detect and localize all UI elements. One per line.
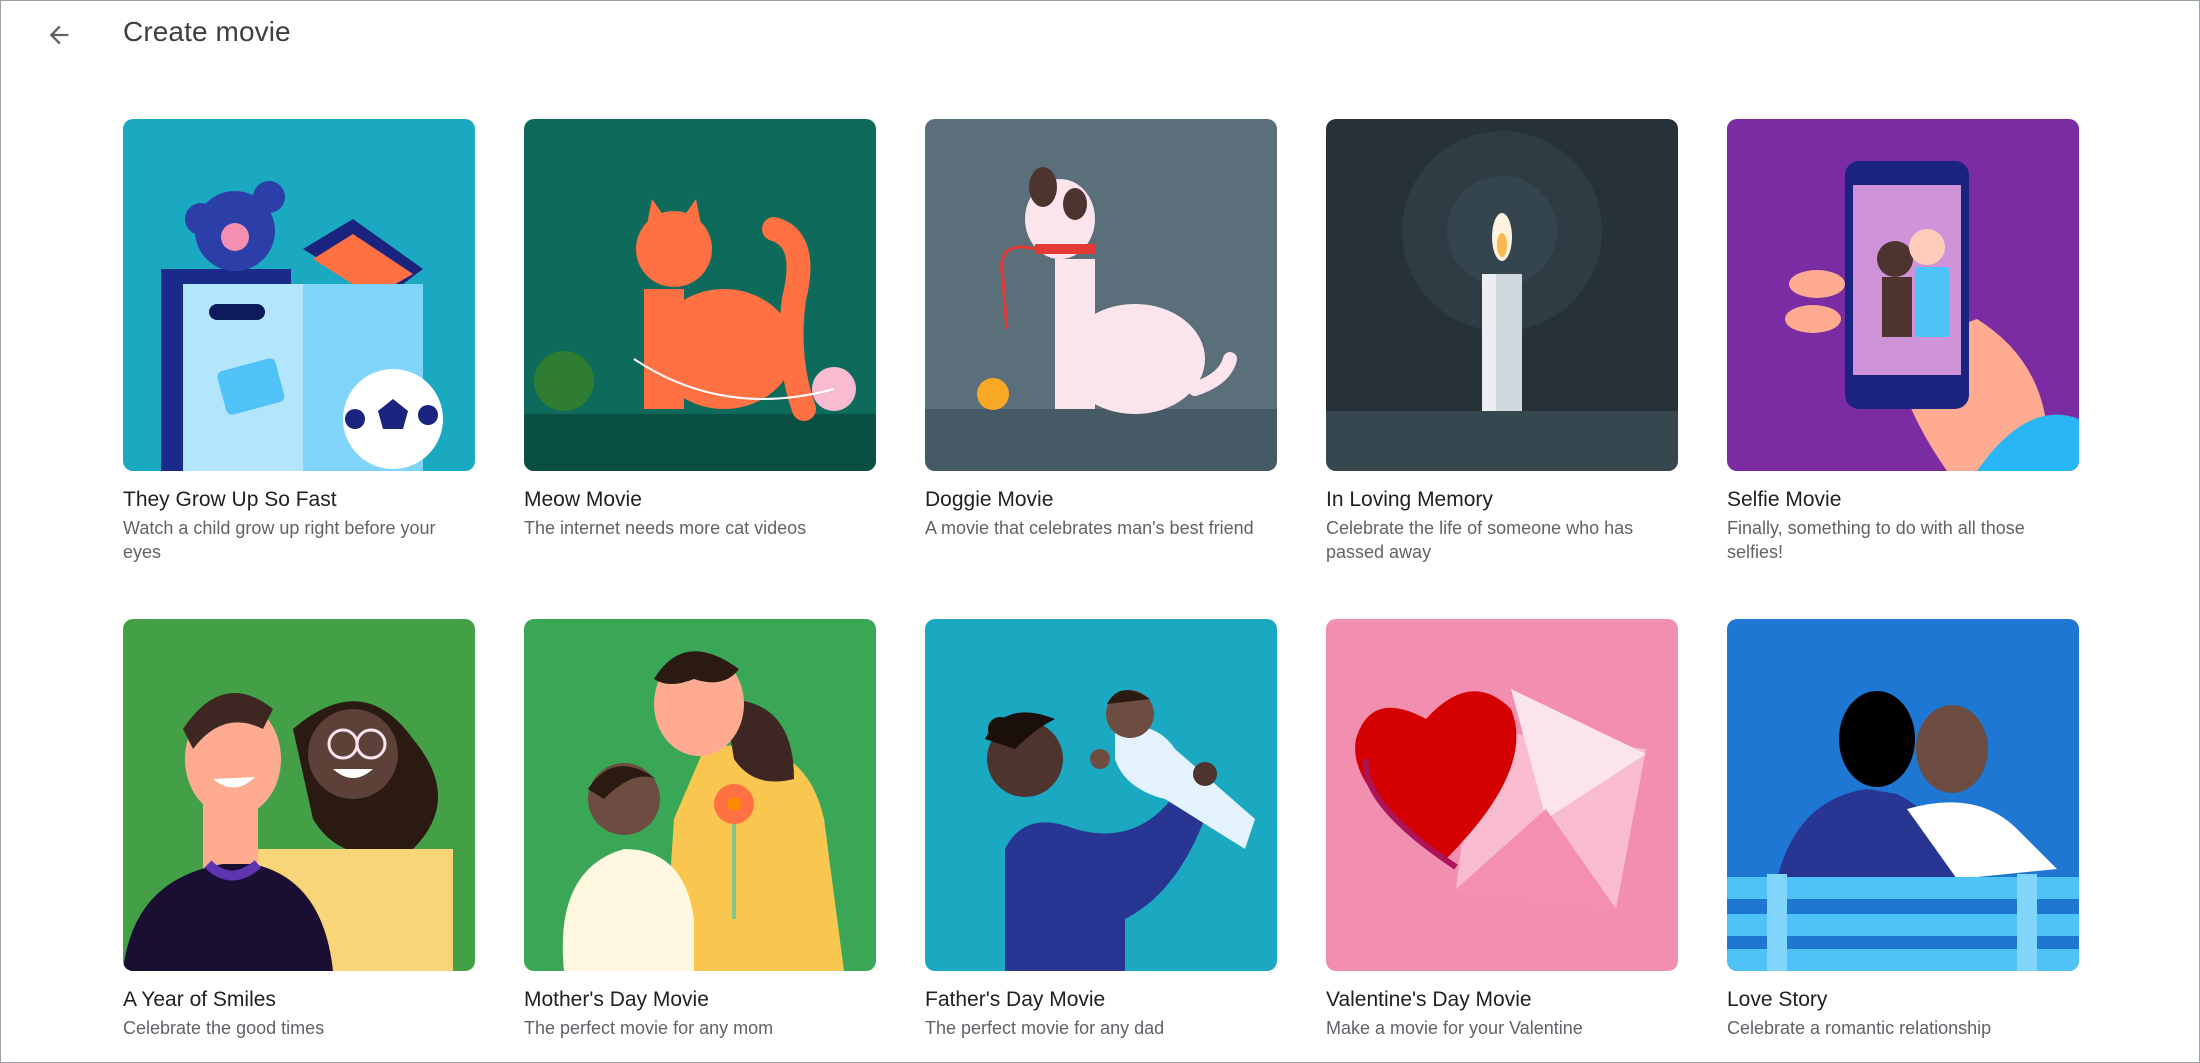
- template-thumbnail: [524, 119, 876, 471]
- template-card-meow-movie[interactable]: Meow Movie The internet needs more cat v…: [524, 119, 876, 619]
- template-card-love-story[interactable]: Love Story Celebrate a romantic relation…: [1727, 619, 2079, 1059]
- app-window: Create movie They Grow Up So Fast Watch …: [0, 0, 2200, 1063]
- template-description: Celebrate the good times: [123, 1018, 325, 1038]
- template-thumbnail: [1326, 119, 1678, 471]
- template-title: Father's Day Movie: [925, 988, 1106, 1011]
- template-title: Valentine's Day Movie: [1326, 988, 1532, 1011]
- couple-smiling-illustration: [123, 619, 475, 971]
- template-thumbnail: [925, 119, 1277, 471]
- couple-bench-illustration: [1727, 619, 2079, 971]
- template-description: Finally, something to do with all those …: [1727, 518, 2025, 562]
- template-title: Love Story: [1727, 988, 1828, 1011]
- template-card-doggie-movie[interactable]: Doggie Movie A movie that celebrates man…: [925, 119, 1277, 619]
- father-baby-illustration: [925, 619, 1277, 971]
- page-title: Create movie: [123, 16, 291, 47]
- template-title: They Grow Up So Fast: [123, 488, 337, 511]
- template-thumbnail: [1727, 119, 2079, 471]
- template-description: Make a movie for your Valentine: [1326, 1018, 1583, 1038]
- template-card-they-grow-up-so-fast[interactable]: They Grow Up So Fast Watch a child grow …: [123, 119, 475, 619]
- template-card-in-loving-memory[interactable]: In Loving Memory Celebrate the life of s…: [1326, 119, 1678, 619]
- template-card-selfie-movie[interactable]: Selfie Movie Finally, something to do wi…: [1727, 119, 2079, 619]
- heart-envelope-illustration: [1326, 619, 1678, 971]
- mother-child-illustration: [524, 619, 876, 971]
- cat-illustration: [524, 119, 876, 471]
- header: Create movie: [1, 1, 2199, 65]
- template-card-valentines-day-movie[interactable]: Valentine's Day Movie Make a movie for y…: [1326, 619, 1678, 1059]
- template-thumbnail: [524, 619, 876, 971]
- template-title: Meow Movie: [524, 488, 642, 511]
- template-description: The internet needs more cat videos: [524, 518, 807, 538]
- template-description: The perfect movie for any mom: [524, 1018, 774, 1038]
- template-card-mothers-day-movie[interactable]: Mother's Day Movie The perfect movie for…: [524, 619, 876, 1059]
- toy-box-illustration: [123, 119, 475, 471]
- template-title: Doggie Movie: [925, 488, 1054, 511]
- template-thumbnail: [123, 619, 475, 971]
- template-thumbnail: [1326, 619, 1678, 971]
- template-description: Celebrate the life of someone who has pa…: [1326, 518, 1634, 562]
- template-description: Celebrate a romantic relationship: [1727, 1018, 1992, 1038]
- template-description: Watch a child grow up right before your …: [123, 518, 436, 562]
- candle-illustration: [1326, 119, 1678, 471]
- template-grid: They Grow Up So Fast Watch a child grow …: [123, 119, 2079, 1059]
- template-card-a-year-of-smiles[interactable]: A Year of Smiles Celebrate the good time…: [123, 619, 475, 1059]
- template-thumbnail: [123, 119, 475, 471]
- template-description: A movie that celebrates man's best frien…: [925, 518, 1254, 538]
- template-title: Mother's Day Movie: [524, 988, 709, 1011]
- template-title: Selfie Movie: [1727, 488, 1842, 511]
- back-button[interactable]: [37, 13, 81, 57]
- phone-selfie-illustration: [1727, 119, 2079, 471]
- template-thumbnail: [1727, 619, 2079, 971]
- template-card-fathers-day-movie[interactable]: Father's Day Movie The perfect movie for…: [925, 619, 1277, 1059]
- template-title: A Year of Smiles: [123, 988, 276, 1011]
- template-thumbnail: [925, 619, 1277, 971]
- dog-illustration: [925, 119, 1277, 471]
- template-description: The perfect movie for any dad: [925, 1018, 1165, 1038]
- template-title: In Loving Memory: [1326, 488, 1493, 511]
- arrow-back-icon: [49, 25, 69, 45]
